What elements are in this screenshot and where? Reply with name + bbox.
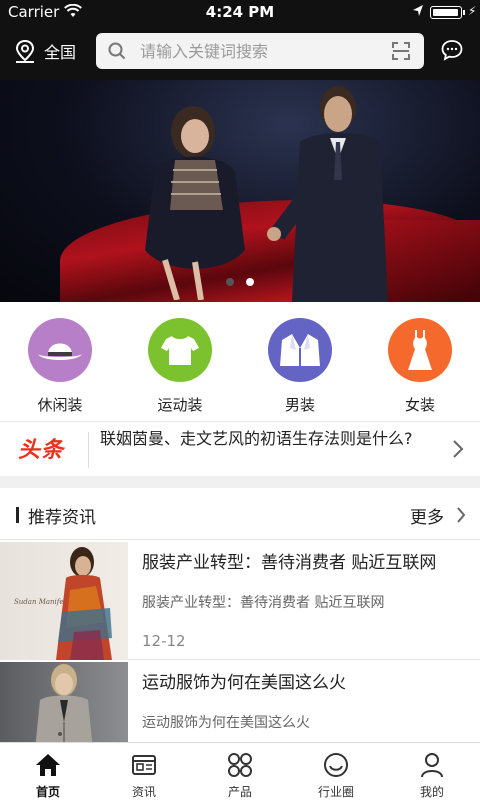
news-title: 运动服饰为何在美国这么火 bbox=[142, 673, 346, 693]
tab-profile[interactable]: 我的 bbox=[384, 743, 480, 800]
status-bar: Carrier 4:24 PM ⚡ bbox=[0, 0, 480, 24]
battery-icon bbox=[430, 6, 462, 19]
headline-tag: 头条 bbox=[18, 438, 65, 463]
tab-label: 资讯 bbox=[131, 785, 156, 799]
location-pin-icon bbox=[15, 39, 35, 63]
tab-label: 我的 bbox=[419, 785, 444, 799]
search-input[interactable] bbox=[140, 33, 380, 69]
section-marker bbox=[16, 507, 19, 523]
banner-model-man bbox=[267, 86, 388, 302]
tab-industry[interactable]: 行业圈 bbox=[288, 743, 384, 800]
chevron-right-icon bbox=[457, 507, 466, 523]
more-link[interactable]: 更多 bbox=[410, 503, 444, 528]
tab-bar: 首页 资讯 产品 行业圈 我的 bbox=[0, 742, 480, 800]
home-icon bbox=[36, 754, 60, 776]
news-summary: 服装产业转型：善待消费者 贴近互联网 bbox=[142, 595, 385, 611]
search-icon bbox=[108, 42, 126, 60]
section-gap bbox=[0, 476, 480, 488]
category-grid: 休闲装 运动装 男装 女装 bbox=[0, 302, 480, 422]
battery-tip bbox=[463, 10, 465, 15]
suit-icon bbox=[280, 334, 320, 366]
category-icon-bg bbox=[148, 318, 212, 382]
person-icon bbox=[421, 753, 443, 778]
section-title: 推荐资讯 bbox=[28, 508, 96, 528]
header: 全国 bbox=[0, 30, 480, 74]
region-label: 全国 bbox=[44, 43, 77, 62]
tab-news[interactable]: 资讯 bbox=[96, 743, 192, 800]
category-casual[interactable]: 休闲装 bbox=[0, 302, 120, 422]
top-bar: Carrier 4:24 PM ⚡ 全国 bbox=[0, 0, 480, 80]
banner-carousel[interactable] bbox=[0, 80, 480, 302]
category-womenswear[interactable]: 女装 bbox=[360, 302, 480, 422]
hat-icon bbox=[38, 343, 82, 360]
category-sports[interactable]: 运动装 bbox=[120, 302, 240, 422]
news-date: 12-12 bbox=[142, 632, 186, 650]
tab-home[interactable]: 首页 bbox=[0, 743, 96, 800]
tab-products[interactable]: 产品 bbox=[192, 743, 288, 800]
search-bar[interactable] bbox=[96, 33, 424, 69]
location-arrow-icon bbox=[412, 4, 424, 22]
message-icon[interactable] bbox=[440, 38, 464, 62]
headline-divider bbox=[88, 432, 89, 468]
tab-label: 行业圈 bbox=[317, 785, 354, 799]
headline-ticker[interactable]: 头条 联姻茵曼、走文艺风的初语生存法则是什么? bbox=[0, 422, 480, 476]
tab-label: 首页 bbox=[35, 785, 60, 799]
dress-icon bbox=[408, 330, 432, 370]
app-screen: Carrier 4:24 PM ⚡ 全国 请输入关键词搜索 休闲装 运动装 男装… bbox=[0, 0, 480, 800]
category-label: 运动装 bbox=[157, 396, 203, 414]
grid-icon bbox=[228, 753, 252, 777]
recommended-header: 推荐资讯 更多 bbox=[0, 488, 480, 540]
news-item[interactable]: Sudan Manifes 服装产业转型：善待消费者 贴近互联网 服装产业转型：… bbox=[0, 540, 480, 660]
news-icon bbox=[132, 755, 156, 775]
headline-text[interactable]: 联姻茵曼、走文艺风的初语生存法则是什么? bbox=[100, 428, 445, 450]
carousel-indicator bbox=[0, 278, 480, 286]
tab-label: 产品 bbox=[227, 785, 252, 799]
status-time: 4:24 PM bbox=[205, 3, 275, 21]
category-label: 女装 bbox=[404, 396, 435, 414]
chevron-right-icon bbox=[453, 440, 464, 458]
charging-icon: ⚡ bbox=[468, 4, 477, 18]
carousel-dot[interactable] bbox=[246, 278, 254, 286]
category-label: 男装 bbox=[284, 396, 315, 414]
category-icon-bg bbox=[388, 318, 452, 382]
scan-icon[interactable] bbox=[392, 42, 410, 60]
news-thumbnail: Sudan Manifes bbox=[0, 542, 128, 660]
region-selector[interactable]: 全国 bbox=[14, 36, 76, 66]
news-summary: 运动服饰为何在美国这么火 bbox=[142, 715, 310, 731]
tshirt-icon bbox=[161, 336, 199, 365]
category-label: 休闲装 bbox=[37, 396, 83, 414]
category-icon-bg bbox=[268, 318, 332, 382]
svg-text:Sudan Manifes: Sudan Manifes bbox=[14, 598, 68, 606]
smile-circle-icon bbox=[324, 753, 348, 777]
category-icon-bg bbox=[28, 318, 92, 382]
news-title: 服装产业转型：善待消费者 贴近互联网 bbox=[142, 553, 437, 573]
carousel-dot[interactable] bbox=[226, 278, 234, 286]
banner-model-woman bbox=[145, 106, 245, 300]
category-menswear[interactable]: 男装 bbox=[240, 302, 360, 422]
